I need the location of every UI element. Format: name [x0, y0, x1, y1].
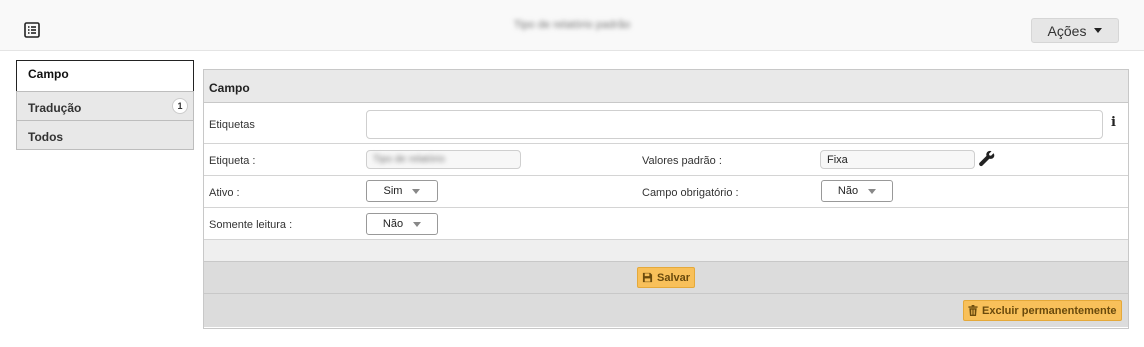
- delete-bar: Excluir permanentemente: [204, 294, 1128, 327]
- panel-title: Campo: [204, 70, 1128, 103]
- etiqueta-value: Tipo de relatório: [373, 154, 445, 165]
- count-badge: 1: [172, 98, 188, 114]
- caret-down-icon: [1094, 28, 1103, 33]
- etiquetas-label: Etiquetas: [209, 119, 255, 131]
- ativo-value: Sim: [383, 185, 403, 197]
- campo-obrigatorio-value: Não: [837, 185, 859, 197]
- ativo-select[interactable]: Sim: [366, 180, 438, 202]
- campo-obrigatorio-label: Campo obrigatório :: [642, 187, 739, 199]
- wrench-icon[interactable]: [978, 150, 996, 168]
- chevron-down-icon: [412, 188, 421, 194]
- floppy-disk-icon: [642, 272, 653, 283]
- tab-label: Campo: [28, 67, 69, 81]
- save-label: Salvar: [657, 271, 691, 284]
- chevron-down-icon: [868, 188, 877, 194]
- etiqueta-label: Etiqueta :: [209, 155, 256, 167]
- tab-todos[interactable]: Todos: [16, 120, 194, 150]
- somente-leitura-row: Somente leitura : Não: [204, 208, 1128, 240]
- ativo-row: Ativo : Sim Campo obrigatório : Não: [204, 176, 1128, 208]
- somente-leitura-value: Não: [382, 218, 404, 230]
- etiquetas-row: Etiquetas i: [204, 103, 1128, 144]
- top-bar: Tipo de relatório padrão Ações: [0, 0, 1144, 51]
- valores-padrao-label: Valores padrão :: [642, 155, 722, 167]
- tab-label: Tradução: [28, 101, 82, 115]
- actions-dropdown-button[interactable]: Ações: [1031, 18, 1119, 43]
- info-icon[interactable]: i: [1111, 115, 1116, 130]
- actions-label: Ações: [1047, 22, 1087, 39]
- delete-label: Excluir permanentemente: [982, 304, 1117, 317]
- side-tabs: Campo Tradução 1 Todos: [16, 60, 194, 150]
- page-title: Tipo de relatório padrão: [513, 19, 631, 31]
- delete-button[interactable]: Excluir permanentemente: [963, 300, 1122, 321]
- trash-icon: [968, 305, 978, 316]
- spacer-strip: [204, 240, 1128, 262]
- etiquetas-input[interactable]: [366, 110, 1103, 139]
- etiqueta-input[interactable]: Tipo de relatório: [366, 150, 521, 169]
- somente-leitura-label: Somente leitura :: [209, 219, 293, 231]
- tab-campo[interactable]: Campo: [16, 60, 194, 92]
- save-button[interactable]: Salvar: [637, 267, 696, 288]
- field-panel: Campo Etiquetas i Etiqueta : Tipo de rel…: [203, 69, 1129, 329]
- valores-padrao-input[interactable]: Fixa: [820, 150, 975, 169]
- tab-traducao[interactable]: Tradução 1: [16, 91, 194, 121]
- save-bar: Salvar: [204, 262, 1128, 294]
- tab-label: Todos: [28, 130, 64, 144]
- chevron-down-icon: [413, 221, 422, 227]
- somente-leitura-select[interactable]: Não: [366, 213, 438, 235]
- ativo-label: Ativo :: [209, 187, 240, 199]
- etiqueta-row: Etiqueta : Tipo de relatório Valores pad…: [204, 144, 1128, 176]
- campo-obrigatorio-select[interactable]: Não: [821, 180, 893, 202]
